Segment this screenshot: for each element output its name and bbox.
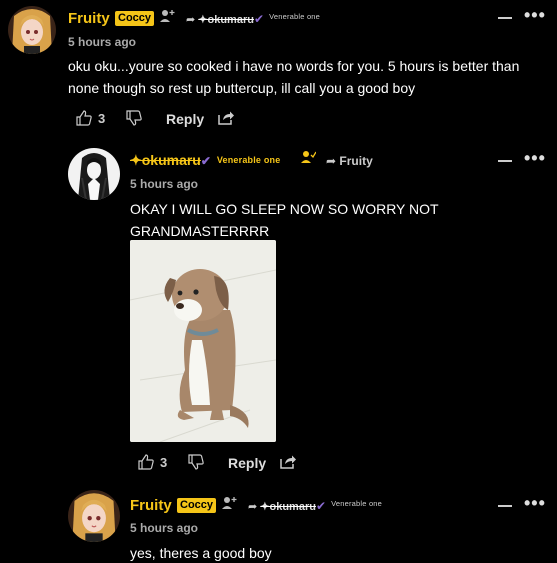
thumbs-down-icon[interactable] [126, 110, 142, 131]
comment-3: Fruity Coccy ➦ ✦okumaru✔ Venerable one 5… [0, 480, 557, 563]
reply-to: ➦ ✦okumaru✔ Venerable one [186, 12, 320, 26]
dog-sticker-image [130, 240, 276, 442]
comment-text: OKAY I WILL GO SLEEP NOW SO WORRY NOT GR… [130, 201, 439, 239]
more-dots-icon[interactable]: ••• [524, 6, 546, 24]
reply-button[interactable]: Reply [166, 110, 204, 128]
comment-2: ✦okumaru✔ Venerable one ➦ Fruity 5 hours… [0, 140, 557, 480]
person-plus-icon[interactable] [221, 496, 237, 512]
share-box-icon[interactable] [217, 110, 235, 131]
share-arrow-icon: ➦ [186, 14, 196, 26]
anime-girl-avatar-icon [68, 490, 120, 542]
comment-text: oku oku...youre so cooked i have no word… [68, 58, 520, 96]
comment-text: yes, theres a good boy [130, 545, 272, 561]
thumbs-down-icon[interactable] [188, 454, 204, 475]
member-badge: Coccy [115, 11, 155, 26]
collapse-dash-icon[interactable] [498, 505, 512, 507]
author-name[interactable]: Fruity [68, 10, 110, 27]
timestamp[interactable]: 5 hours ago [130, 521, 198, 535]
person-plus-icon[interactable] [159, 9, 175, 25]
dark-hair-avatar-icon [68, 148, 120, 200]
author-rank: Venerable one [216, 155, 281, 165]
reply-to-name[interactable]: ✦okumaru [260, 501, 316, 513]
share-arrow-icon: ➦ [326, 154, 337, 168]
avatar[interactable] [68, 148, 120, 200]
reply-to-rank: Venerable one [331, 499, 383, 508]
author-name-text: ✦okumaru [130, 152, 201, 168]
thumbs-up-icon[interactable] [76, 110, 92, 131]
comment-1: Fruity Coccy ➦ ✦okumaru✔ Venerable one 5… [0, 0, 557, 140]
more-dots-icon[interactable]: ••• [524, 494, 546, 512]
reply-to-name[interactable]: ✦okumaru [198, 14, 254, 26]
more-dots-icon[interactable]: ••• [524, 149, 546, 167]
collapse-dash-icon[interactable] [498, 160, 512, 162]
reply-to-name[interactable]: Fruity [339, 154, 372, 168]
avatar[interactable] [8, 6, 56, 54]
timestamp[interactable]: 5 hours ago [68, 35, 136, 49]
check-icon: ✔ [315, 499, 327, 513]
attached-image[interactable] [130, 240, 276, 442]
reply-to: ➦ ✦okumaru✔ Venerable one [248, 499, 382, 513]
author-name[interactable]: Fruity [130, 497, 172, 514]
like-count: 3 [98, 111, 106, 126]
person-plus-icon[interactable] [300, 150, 317, 166]
member-badge: Coccy [177, 498, 217, 513]
collapse-dash-icon[interactable] [498, 17, 512, 19]
check-icon: ✔ [253, 12, 265, 26]
timestamp[interactable]: 5 hours ago [130, 177, 198, 191]
thumbs-up-icon[interactable] [138, 454, 154, 475]
reply-to-rank: Venerable one [269, 12, 321, 21]
share-arrow-icon: ➦ [248, 501, 258, 513]
check-icon: ✔ [200, 154, 211, 168]
comment-actions: 3 Reply [76, 110, 276, 130]
comment-actions: 3 Reply [138, 454, 338, 474]
reply-to: ➦ Fruity [326, 154, 373, 168]
share-box-icon[interactable] [279, 454, 297, 475]
author-name[interactable]: ✦okumaru✔ Venerable one [130, 152, 280, 169]
anime-girl-avatar-icon [8, 6, 56, 54]
avatar[interactable] [68, 490, 120, 542]
like-count: 3 [160, 455, 168, 470]
reply-button[interactable]: Reply [228, 454, 266, 472]
